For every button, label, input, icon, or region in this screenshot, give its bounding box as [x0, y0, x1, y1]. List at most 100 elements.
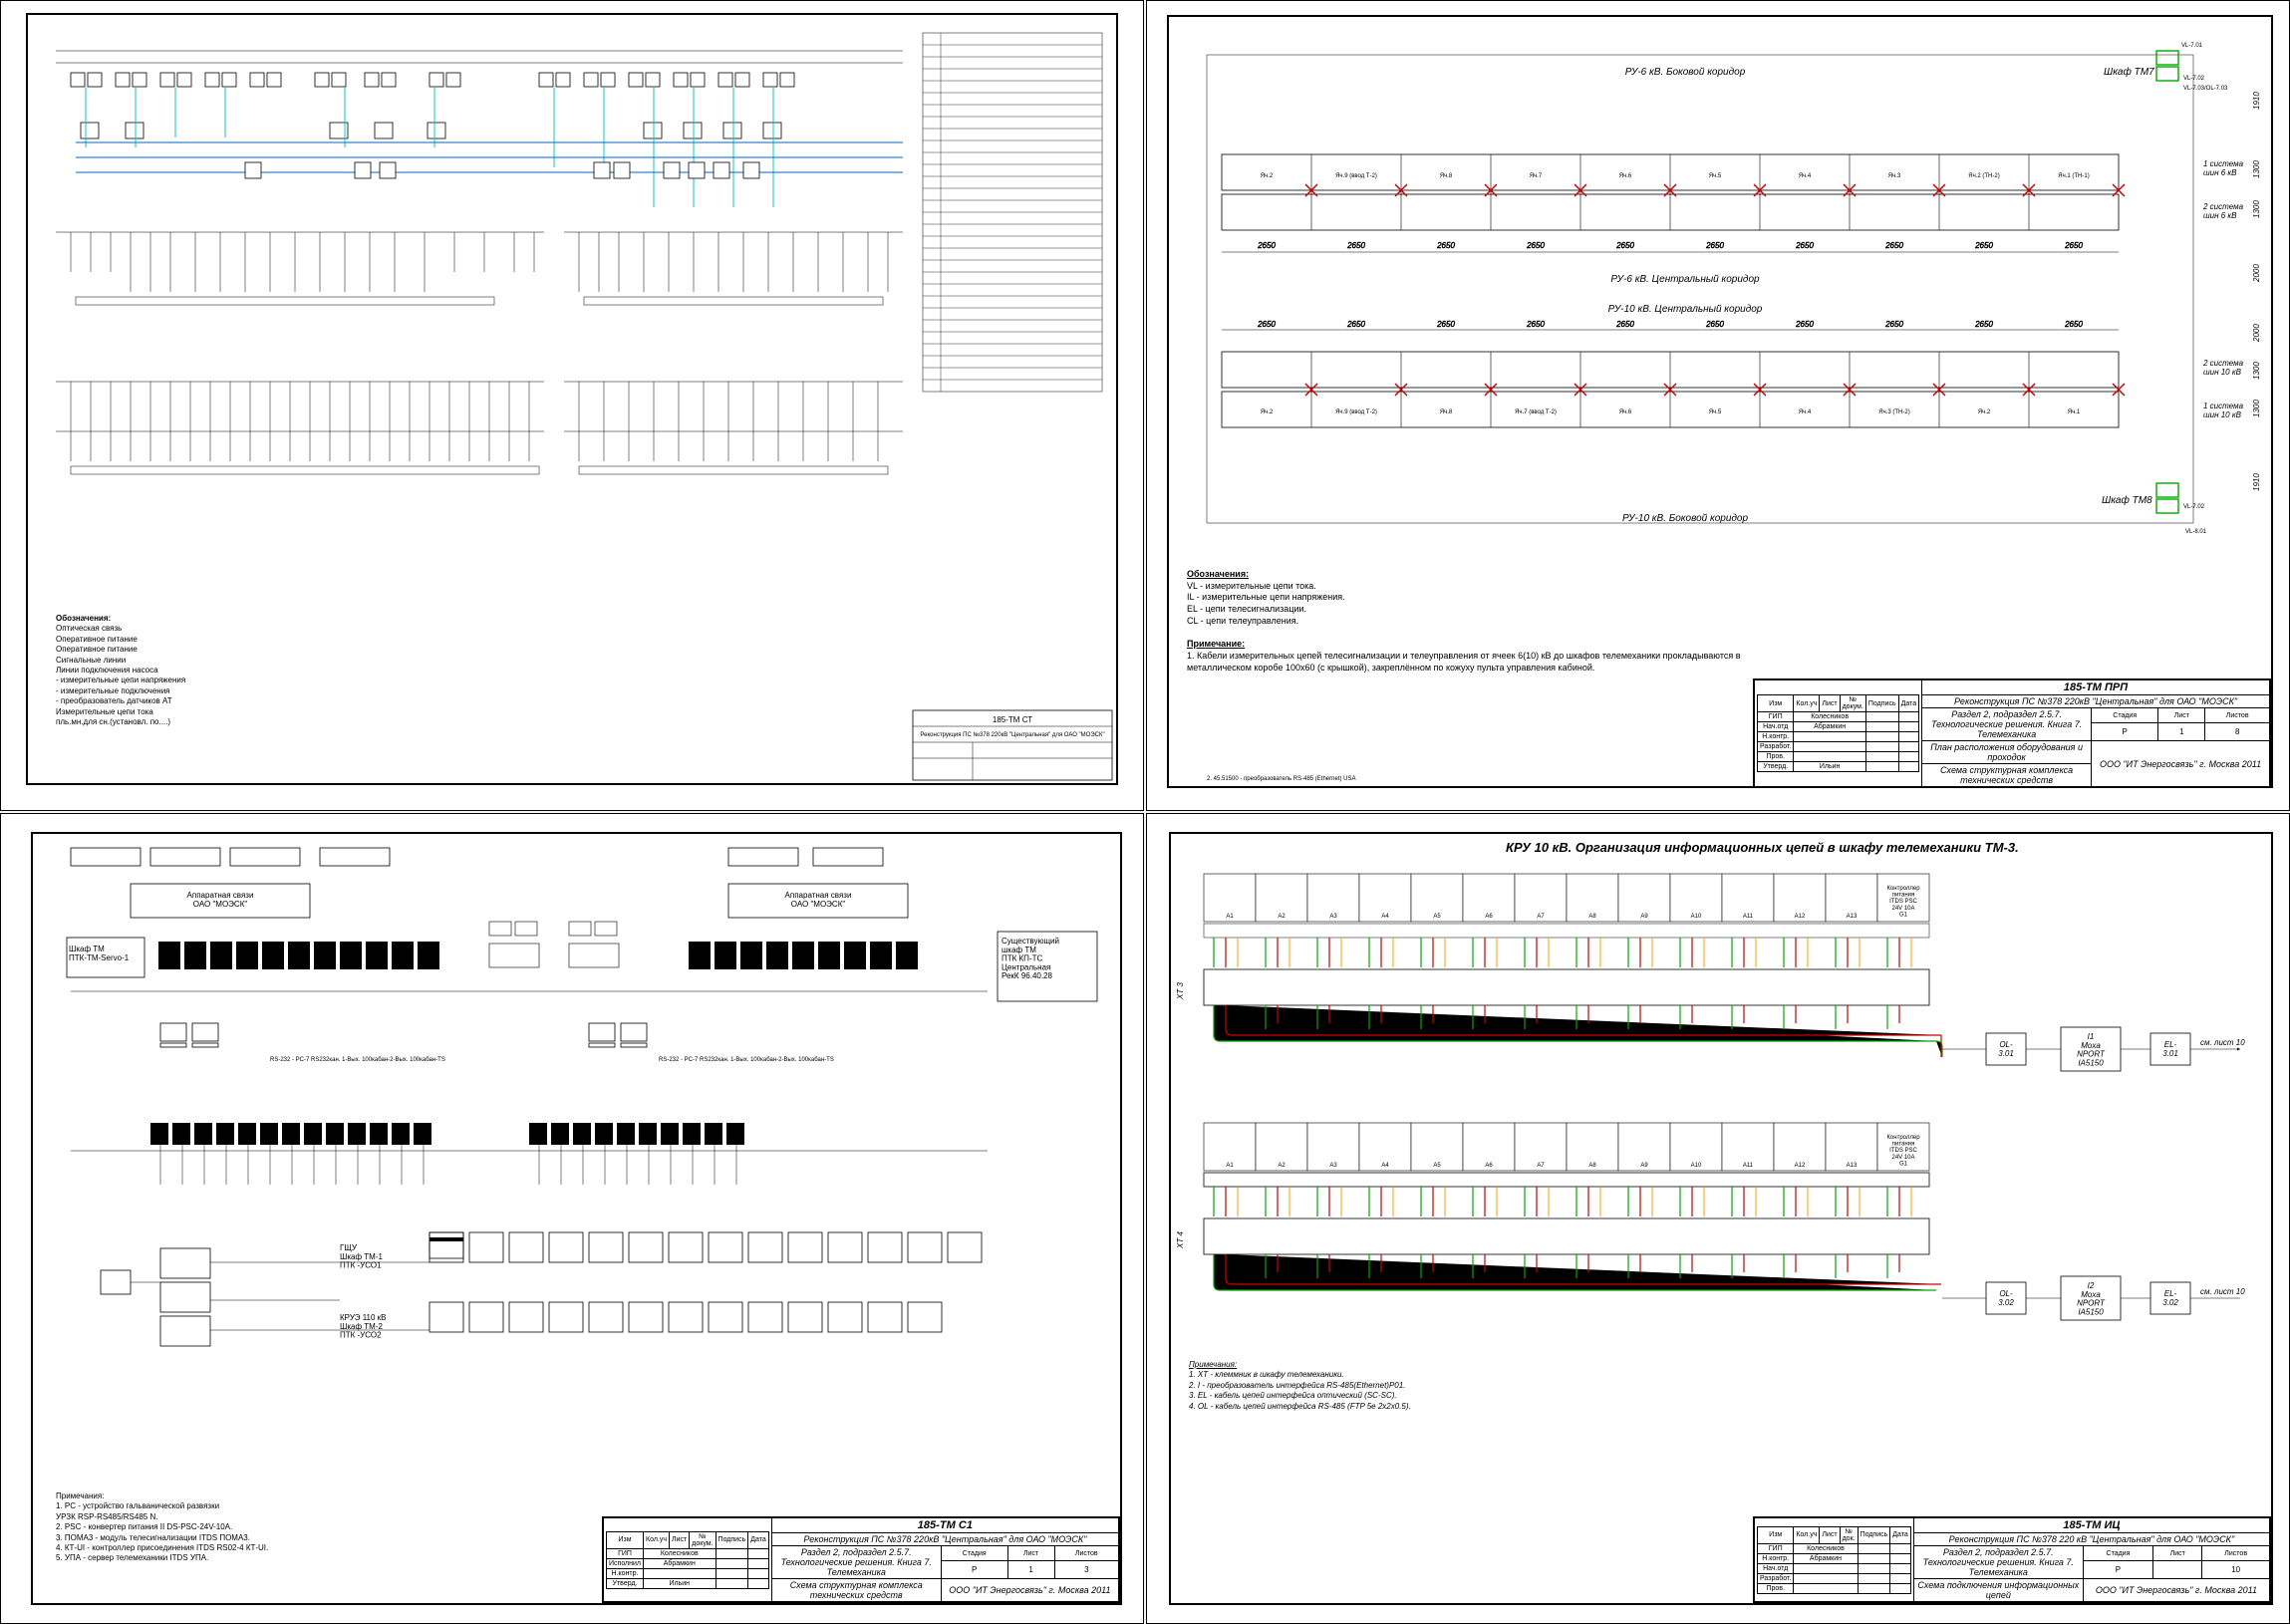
svg-text:2650: 2650	[1884, 320, 1903, 329]
s61: 1 системашин 6 кВ	[2203, 159, 2244, 177]
svg-text:Яч.8: Яч.8	[1440, 409, 1453, 415]
svg-text:Яч.1 (ТН-1): Яч.1 (ТН-1)	[2058, 173, 2089, 179]
vl701: VL-7.01	[2181, 43, 2203, 49]
svg-text:2650: 2650	[1436, 320, 1455, 329]
svg-text:1300: 1300	[2252, 400, 2261, 417]
q4-notes: Примечания: 1. ХТ - клеммник в шкафу тел…	[1189, 1360, 1607, 1412]
q1-legend-h: Обозначения:	[56, 614, 111, 623]
svg-text:Яч.5: Яч.5	[1709, 173, 1722, 179]
s102: 2 системашин 10 кВ	[2202, 359, 2244, 377]
schematic-q4: Контроллерприсоед.ITDS RTU5 А1А2А3А4А5А6…	[1169, 832, 2273, 1605]
q1-proj: Реконструкция ПС №378 220кВ "Центральная…	[920, 731, 1104, 738]
svg-text:см. лист 10: см. лист 10	[2200, 1287, 2245, 1296]
svg-text:А1: А1	[1226, 914, 1234, 920]
sheet-q4: КРУ 10 кВ. Организация информационных це…	[1146, 813, 2290, 1624]
svg-text:2650: 2650	[1615, 241, 1634, 250]
q2-h4: РУ-10 кВ. Боковой коридор	[1622, 513, 1749, 524]
svg-text:А4: А4	[1381, 1163, 1389, 1169]
q2-project: Реконструкция ПС №378 220кВ "Центральная…	[1922, 695, 2270, 708]
vl801: VL-8.01	[2185, 529, 2207, 535]
svg-text:2650: 2650	[1257, 241, 1276, 250]
q3-code: 185-ТМ С1	[771, 1518, 1118, 1533]
q2-shkaf2: Шкаф ТМ8	[2102, 494, 2152, 506]
svg-text:Яч.1: Яч.1	[2068, 409, 2081, 415]
svg-text:2650: 2650	[1436, 241, 1455, 250]
svg-text:А3: А3	[1329, 1163, 1337, 1169]
svg-text:А11: А11	[1743, 1163, 1754, 1169]
svg-text:А7: А7	[1537, 914, 1545, 920]
svg-text:2650: 2650	[2064, 241, 2083, 250]
q2-h2: РУ-6 кВ. Центральный коридор	[1610, 274, 1760, 285]
svg-text:А2: А2	[1278, 1163, 1286, 1169]
sheet-q1: 185-ТМ СТ Реконструкция ПС №378 220кВ "Ц…	[0, 0, 1144, 811]
q1-legend: Обозначения: Оптическая связь Оперативно…	[56, 614, 405, 727]
svg-text:А1: А1	[1226, 1163, 1234, 1169]
q1-code: 185-ТМ СТ	[993, 715, 1032, 724]
svg-text:Яч.5: Яч.5	[1709, 409, 1722, 415]
svg-text:2650: 2650	[1526, 320, 1545, 329]
svg-text:2650: 2650	[1705, 320, 1724, 329]
svg-text:2650: 2650	[1526, 241, 1545, 250]
svg-text:А4: А4	[1381, 914, 1389, 920]
svg-text:Яч.4: Яч.4	[1799, 409, 1812, 415]
svg-text:А8: А8	[1588, 914, 1596, 920]
svg-text:2000: 2000	[2252, 264, 2261, 283]
q3-rs: RS-232 - PC-7 RS232кан. 1-Вых. 100кабан-…	[270, 1057, 445, 1063]
svg-text:Яч.3: Яч.3	[1888, 173, 1901, 179]
svg-text:А10: А10	[1691, 914, 1702, 920]
titleblock-q4: ИзмКол.учЛист№ док.ПодписьДата ГИПКолесн…	[1753, 1516, 2271, 1603]
vl702b: VL-7.02	[2183, 504, 2205, 510]
svg-text:А12: А12	[1795, 1163, 1806, 1169]
svg-text:2650: 2650	[1795, 241, 1814, 250]
q3-rs2: RS-232 - PC-7 RS232кан. 1-Вых. 100кабан-…	[659, 1057, 834, 1063]
q2-shkaf1: Шкаф ТМ7	[2104, 66, 2154, 78]
svg-text:2650: 2650	[1346, 241, 1365, 250]
svg-text:2650: 2650	[1346, 320, 1365, 329]
q4-xt4: ХТ 4	[1176, 1231, 1185, 1249]
svg-text:1300: 1300	[2252, 362, 2261, 380]
q3-app2: Аппаратная связиОАО "МОЭСК"	[785, 891, 852, 909]
q3-kru: КРУЭ 110 кВШкаф ТМ-2ПТК -УСО2	[340, 1313, 387, 1340]
svg-text:А6: А6	[1485, 1163, 1493, 1169]
svg-text:см. лист 10: см. лист 10	[2200, 1038, 2245, 1047]
svg-text:Яч.6: Яч.6	[1619, 173, 1632, 179]
q3-gshu: ГЩУШкаф ТМ-1ПТК -УСО1	[340, 1243, 383, 1270]
q3-notes: Примечания: 1. PC - устройство гальванич…	[56, 1491, 474, 1564]
svg-text:2650: 2650	[1974, 320, 1993, 329]
svg-text:1910: 1910	[2252, 473, 2261, 491]
q2-code: 185-ТМ ПРП	[1922, 680, 2270, 695]
svg-text:1300: 1300	[2252, 200, 2261, 218]
svg-text:А10: А10	[1691, 1163, 1702, 1169]
svg-text:2650: 2650	[1615, 320, 1634, 329]
svg-text:Яч.2: Яч.2	[1978, 409, 1991, 415]
svg-text:EL-3.01: EL-3.01	[2162, 1040, 2178, 1058]
svg-text:1910: 1910	[2252, 92, 2261, 110]
svg-text:2000: 2000	[2252, 324, 2261, 343]
sheet-q2: РУ-6 кВ. Боковой коридор Шкаф ТМ7 РУ-6 к…	[1146, 0, 2290, 811]
svg-text:OL-3.01: OL-3.01	[1998, 1040, 2014, 1058]
svg-text:А13: А13	[1847, 914, 1858, 920]
svg-text:Яч.3 (ТН-2): Яч.3 (ТН-2)	[1878, 409, 1909, 415]
svg-text:А9: А9	[1640, 914, 1648, 920]
svg-text:А11: А11	[1743, 914, 1754, 920]
svg-text:Яч.2: Яч.2	[1261, 173, 1274, 179]
svg-text:А9: А9	[1640, 1163, 1648, 1169]
q4-code: 185-ТМ ИЦ	[1913, 1518, 2269, 1533]
s101: 1 системашин 10 кВ	[2203, 402, 2244, 419]
svg-text:Яч.9 (ввод Т-2): Яч.9 (ввод Т-2)	[1335, 173, 1377, 179]
svg-text:А5: А5	[1433, 914, 1441, 920]
sheet-q3: Аппаратная связиОАО "МОЭСК" Аппаратная с…	[0, 813, 1144, 1624]
svg-text:Яч.2 (ТН-2): Яч.2 (ТН-2)	[1968, 173, 1999, 179]
svg-text:Яч.7 (ввод Т-2): Яч.7 (ввод Т-2)	[1515, 409, 1557, 415]
q2-h3: РУ-10 кВ. Центральный коридор	[1608, 304, 1763, 315]
svg-text:1300: 1300	[2252, 160, 2261, 178]
s62: 2 системашин 6 кВ	[2202, 202, 2244, 220]
svg-text:2650: 2650	[1974, 241, 1993, 250]
svg-text:А13: А13	[1847, 1163, 1858, 1169]
svg-text:OL-3.02: OL-3.02	[1998, 1289, 2014, 1307]
svg-text:Яч.9 (ввод Т-2): Яч.9 (ввод Т-2)	[1335, 409, 1377, 415]
svg-text:Яч.8: Яч.8	[1440, 173, 1453, 179]
svg-text:2650: 2650	[2064, 320, 2083, 329]
svg-text:А12: А12	[1795, 914, 1806, 920]
svg-text:А2: А2	[1278, 914, 1286, 920]
